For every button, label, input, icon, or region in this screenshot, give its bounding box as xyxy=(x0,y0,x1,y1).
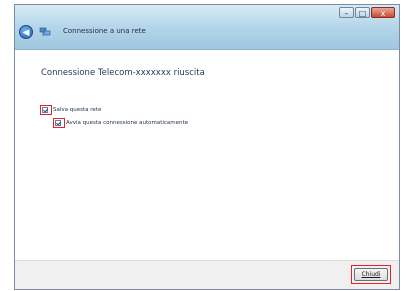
maximize-button[interactable]: □ xyxy=(355,7,370,18)
save-network-label: Salva questa rete xyxy=(53,107,102,113)
auto-connect-label: Avvia questa connessione automaticamente xyxy=(66,120,189,126)
highlight-box xyxy=(40,105,52,115)
wizard-window: – □ x ◀ Connessione a una rete Connessio… xyxy=(14,4,400,290)
window-controls: – □ x xyxy=(339,7,395,18)
window-title: Connessione a una rete xyxy=(63,27,146,35)
auto-connect-option[interactable]: Avvia questa connessione automaticamente xyxy=(53,118,188,128)
page-heading: Connessione Telecom-xxxxxxx riuscita xyxy=(41,68,205,78)
minimize-button[interactable]: – xyxy=(339,7,354,18)
back-arrow-icon[interactable]: ◀ xyxy=(19,25,33,39)
highlight-box: Chiudi xyxy=(351,265,391,284)
save-network-option[interactable]: Salva questa rete xyxy=(40,105,101,115)
content-area: Connessione Telecom-xxxxxxx riuscita Sal… xyxy=(15,51,399,261)
auto-connect-checkbox[interactable] xyxy=(55,120,61,126)
close-window-button[interactable]: x xyxy=(371,7,395,18)
save-network-checkbox[interactable] xyxy=(42,107,48,113)
highlight-box xyxy=(53,118,65,128)
network-icon xyxy=(39,27,51,36)
footer-bar: Chiudi xyxy=(15,260,399,289)
close-button[interactable]: Chiudi xyxy=(354,268,388,281)
title-bar[interactable]: – □ x ◀ Connessione a una rete xyxy=(15,5,399,50)
